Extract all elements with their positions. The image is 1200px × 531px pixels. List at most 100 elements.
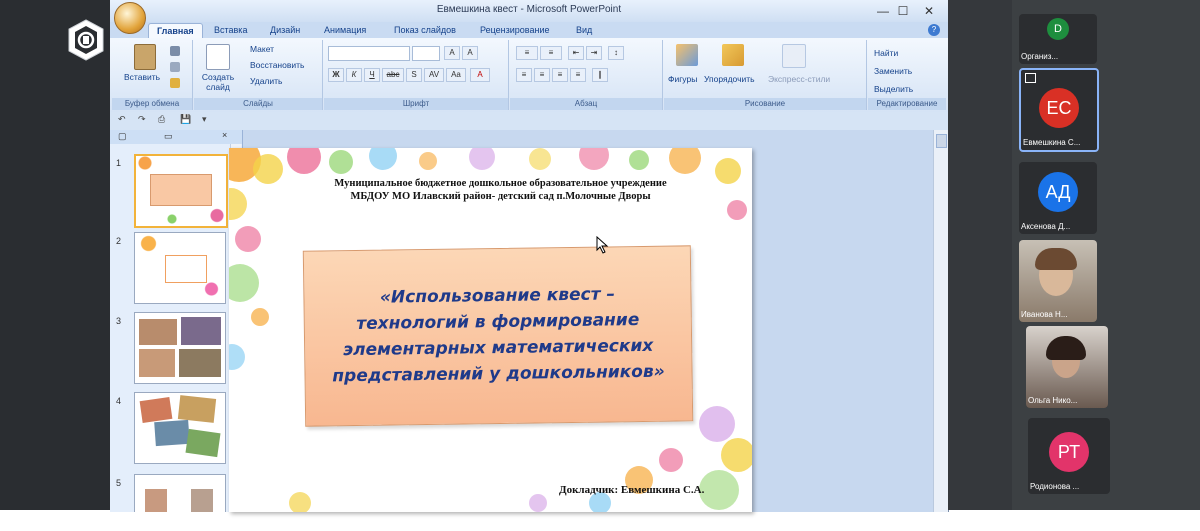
- slide-thumbnail-5[interactable]: [134, 474, 226, 512]
- char-spacing-button[interactable]: AV: [424, 68, 444, 82]
- print-icon[interactable]: ⎙: [158, 114, 165, 125]
- ribbon: Вставить Буфер обмена Создать слайд Маке…: [110, 38, 948, 113]
- bullets-icon[interactable]: ≡: [516, 46, 538, 60]
- font-group-label: Шрифт: [324, 98, 508, 110]
- tab-animation[interactable]: Анимация: [316, 23, 374, 38]
- delete-button[interactable]: Удалить: [250, 76, 282, 86]
- maximize-button[interactable]: ☐: [890, 2, 916, 20]
- layout-button[interactable]: Макет: [250, 44, 274, 54]
- slides-tab-icon[interactable]: ▢: [118, 131, 127, 142]
- find-button[interactable]: Найти: [874, 48, 898, 58]
- undo-icon[interactable]: ↶: [118, 114, 126, 125]
- redo-icon[interactable]: ↷: [138, 114, 146, 125]
- line-spacing-icon[interactable]: ↕: [608, 46, 624, 60]
- columns-icon[interactable]: ∥: [592, 68, 608, 82]
- slide-thumbnail-3[interactable]: [134, 312, 226, 384]
- institution-line-2: МБДОУ МО Илавский район- детский сад п.М…: [350, 191, 651, 202]
- clipboard-group: Вставить Буфер обмена: [112, 40, 193, 110]
- title-box[interactable]: «Использование квест – технологий в форм…: [302, 245, 694, 427]
- avatar: АД: [1038, 172, 1078, 212]
- slide-title: «Использование квест – технологий в форм…: [318, 281, 677, 390]
- participant-tile[interactable]: ЕС Евмешкина С...: [1019, 68, 1099, 152]
- select-button[interactable]: Выделить: [874, 84, 913, 94]
- underline-button[interactable]: Ч: [364, 68, 380, 82]
- decor-dot: [235, 226, 261, 252]
- arrange-icon[interactable]: [722, 44, 744, 66]
- quick-access-toolbar: ↶ ↷ ⎙ 💾 ▾: [110, 112, 948, 131]
- shrink-font-button[interactable]: A: [462, 46, 478, 60]
- window-title: Евмешкина квест - Microsoft PowerPoint: [436, 4, 622, 15]
- participant-name: Иванова Н...: [1021, 310, 1068, 319]
- slides-panel: ▢ ▭ × 1 2 3 4 5: [110, 130, 243, 512]
- tab-insert[interactable]: Вставка: [206, 23, 255, 38]
- meeting-left-strip: [0, 0, 112, 510]
- tab-review[interactable]: Рецензирование: [472, 23, 558, 38]
- tab-home[interactable]: Главная: [148, 23, 203, 39]
- increase-indent-icon[interactable]: ⇥: [586, 46, 602, 60]
- tab-slideshow[interactable]: Показ слайдов: [386, 23, 464, 38]
- align-right-icon[interactable]: ≡: [552, 68, 568, 82]
- paragraph-group: ≡ ≡ ⇤ ⇥ ↕ ≡ ≡ ≡ ≡ ∥ Абзац: [510, 40, 663, 110]
- italic-button[interactable]: К: [346, 68, 362, 82]
- decor-dot: [727, 200, 747, 220]
- decor-dot: [721, 438, 752, 472]
- numbering-icon[interactable]: ≡: [540, 46, 562, 60]
- participant-tile[interactable]: АД Аксенова Д...: [1019, 162, 1097, 234]
- paste-button[interactable]: Вставить: [124, 72, 160, 82]
- replace-button[interactable]: Заменить: [874, 66, 912, 76]
- quick-styles-button[interactable]: Экспресс-стили: [768, 74, 830, 84]
- help-icon[interactable]: ?: [928, 24, 940, 36]
- mouse-cursor-icon: [596, 235, 610, 254]
- new-slide-icon[interactable]: [206, 44, 230, 70]
- shapes-button[interactable]: Фигуры: [668, 74, 697, 84]
- clipboard-group-label: Буфер обмена: [112, 98, 192, 110]
- change-case-button[interactable]: Aa: [446, 68, 466, 82]
- pin-icon[interactable]: [1025, 73, 1036, 83]
- grow-font-button[interactable]: A: [444, 46, 460, 60]
- participant-name: Организ...: [1021, 52, 1059, 61]
- title-bar: Евмешкина квест - Microsoft PowerPoint —…: [110, 0, 948, 34]
- slide-thumbnail-4[interactable]: [134, 392, 226, 464]
- font-size-field[interactable]: [412, 46, 440, 61]
- decor-dot: [329, 150, 353, 174]
- quick-styles-icon[interactable]: [782, 44, 806, 68]
- align-center-icon[interactable]: ≡: [534, 68, 550, 82]
- current-slide[interactable]: Муниципальное бюджетное дошкольное образ…: [229, 148, 752, 512]
- cut-icon[interactable]: [170, 46, 180, 56]
- avatar: ЕС: [1039, 88, 1079, 128]
- participant-tile[interactable]: РТ Родионова ...: [1028, 418, 1110, 494]
- bold-button[interactable]: Ж: [328, 68, 344, 82]
- decor-dot: [529, 494, 547, 512]
- participant-name: Ольга Нико...: [1028, 396, 1078, 405]
- arrange-button[interactable]: Упорядочить: [704, 74, 755, 84]
- participant-tile[interactable]: Ольга Нико...: [1026, 326, 1108, 408]
- save-icon[interactable]: 💾: [180, 114, 191, 125]
- decrease-indent-icon[interactable]: ⇤: [568, 46, 584, 60]
- thumbnail-number: 2: [116, 236, 122, 246]
- participant-tile[interactable]: Иванова Н...: [1019, 240, 1097, 322]
- tab-design[interactable]: Дизайн: [262, 23, 308, 38]
- format-painter-icon[interactable]: [170, 78, 180, 88]
- close-button[interactable]: ✕: [916, 2, 942, 20]
- tab-view[interactable]: Вид: [568, 23, 600, 38]
- copy-icon[interactable]: [170, 62, 180, 72]
- align-left-icon[interactable]: ≡: [516, 68, 532, 82]
- font-name-field[interactable]: [328, 46, 410, 61]
- font-color-button[interactable]: A: [470, 68, 490, 82]
- slides-group: Создать слайд Макет Восстановить Удалить…: [194, 40, 323, 110]
- slide-thumbnail-2[interactable]: [134, 232, 226, 304]
- participant-tile[interactable]: D Организ...: [1019, 14, 1097, 64]
- new-slide-button[interactable]: Создать слайд: [198, 72, 238, 92]
- paste-icon[interactable]: [134, 44, 156, 70]
- outline-tab-icon[interactable]: ▭: [164, 131, 173, 142]
- vertical-scrollbar[interactable]: [933, 130, 948, 512]
- slide-thumbnail-1[interactable]: [134, 154, 228, 228]
- justify-icon[interactable]: ≡: [570, 68, 586, 82]
- reset-button[interactable]: Восстановить: [250, 60, 304, 70]
- shadow-button[interactable]: S: [406, 68, 422, 82]
- strikethrough-button[interactable]: abc: [382, 68, 404, 82]
- shapes-icon[interactable]: [676, 44, 698, 66]
- customize-qat-icon[interactable]: ▾: [202, 114, 207, 125]
- close-panel-icon[interactable]: ×: [222, 130, 227, 140]
- avatar: РТ: [1049, 432, 1089, 472]
